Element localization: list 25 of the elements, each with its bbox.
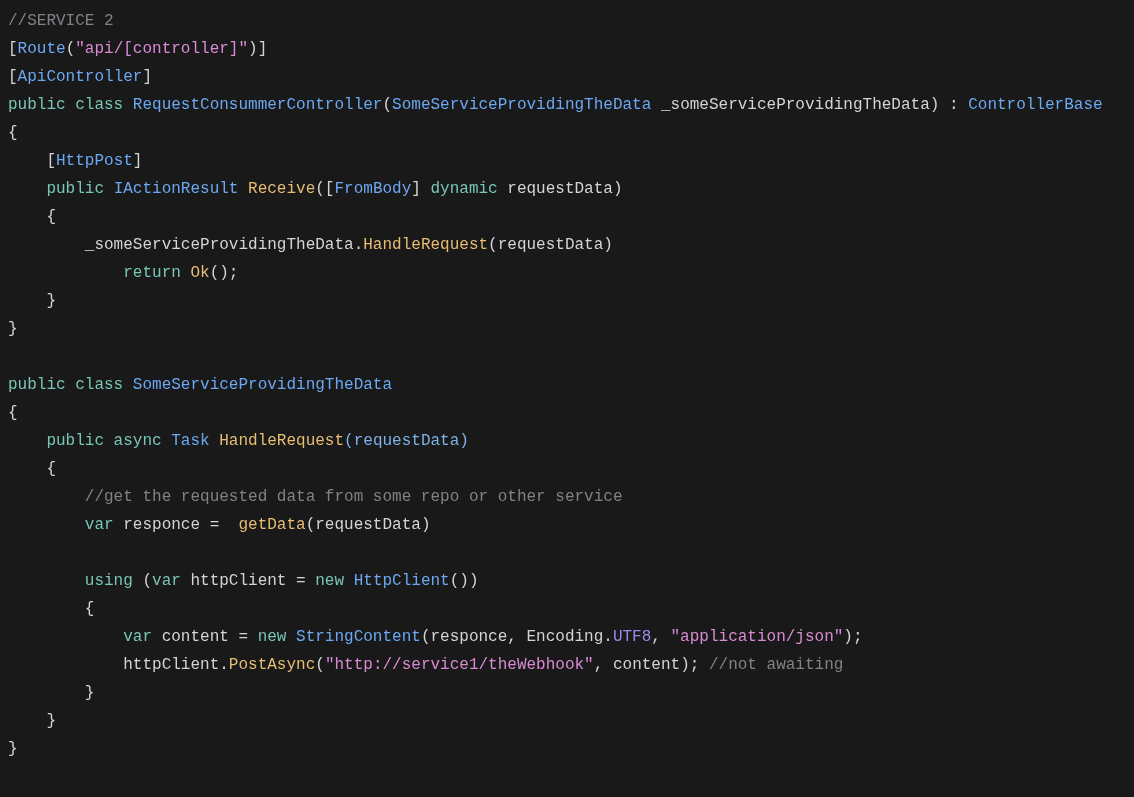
code-line: [Route("api/[controller]")] [8, 39, 268, 60]
code-line: } [83, 683, 95, 704]
code-line: httpClient.PostAsync("http://service1/theWebhook", content); //not awaiting [122, 655, 844, 676]
code-line: } [8, 739, 18, 760]
code-line: { [45, 207, 56, 228]
code-line: //SERVICE 2 [8, 11, 114, 32]
code-line: public IActionResult Receive([FromBody] dynamic requestData) [45, 179, 623, 200]
code-line: [HttpPost] [45, 151, 143, 172]
code-line: public class SomeServiceProvidingTheData [8, 375, 393, 396]
code-line: using (var httpClient = new HttpClient()) [83, 571, 479, 592]
code-line: return Ok(); [122, 263, 239, 284]
code-line: { [8, 123, 18, 144]
code-line: public class RequestConsummerController(SomeServiceProvidingTheData _someServiceProvidingTheData) : ControllerBase [8, 95, 1103, 116]
code-line: //get the requested data from some repo or other service [83, 487, 623, 508]
code-line: } [45, 711, 56, 732]
code-line: } [8, 319, 18, 340]
code-line: { [83, 599, 95, 620]
code-line: _someServiceProvidingTheData.HandleRequest(requestData) [83, 235, 613, 256]
code-line: [ApiController] [8, 67, 153, 88]
code-line: var content = new StringContent(responce, Encoding.UTF8, "application/json"); [122, 627, 863, 648]
code-line: } [45, 291, 56, 312]
code-line: { [8, 403, 18, 424]
code-line: public async Task HandleRequest(requestData) [45, 431, 469, 452]
code-line: { [45, 459, 56, 480]
code-line: var responce = getData(requestData) [83, 515, 431, 536]
